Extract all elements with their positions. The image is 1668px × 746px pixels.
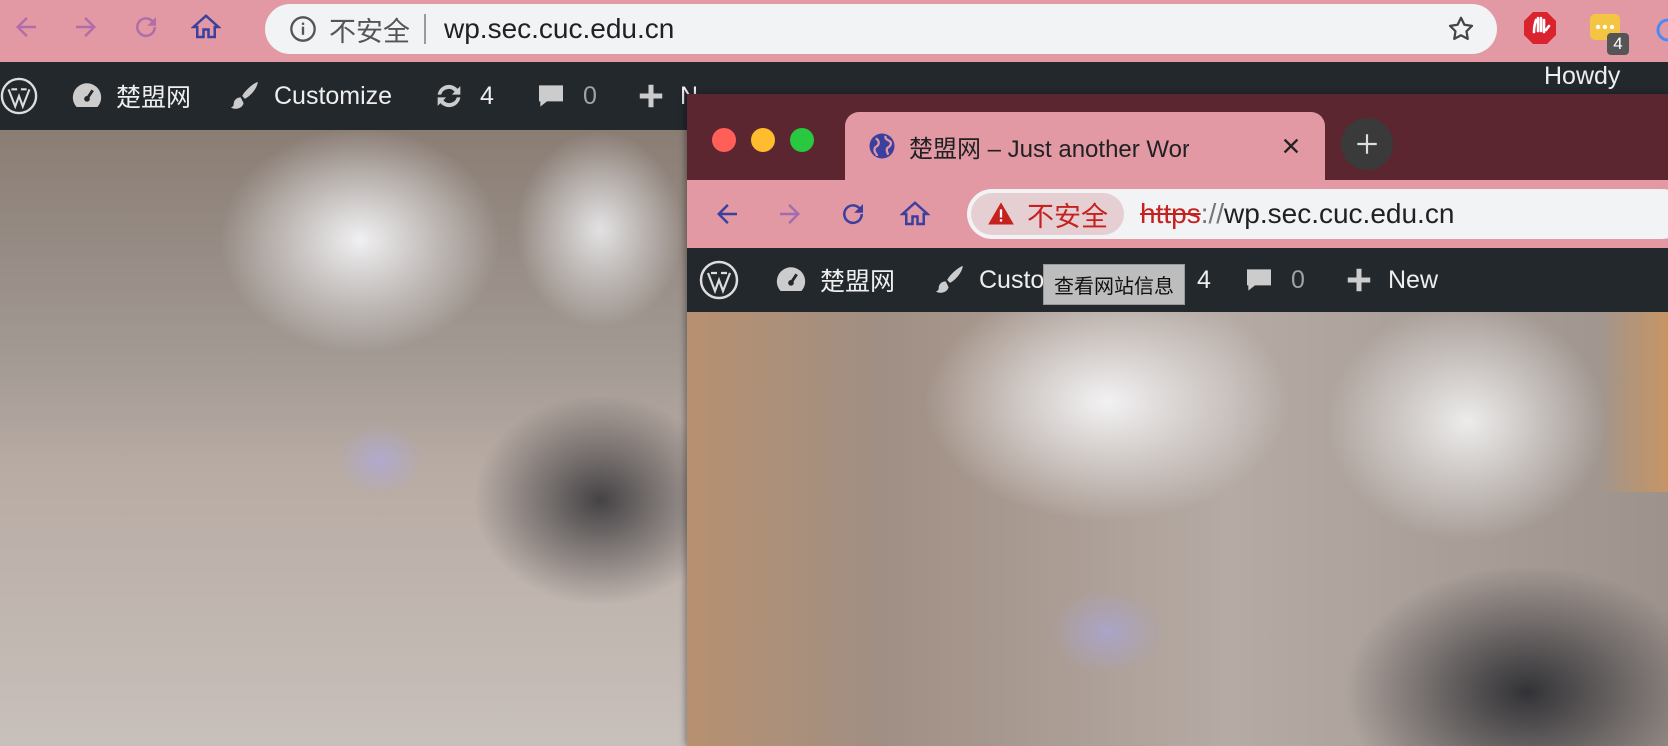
- plus-icon: [1357, 134, 1377, 154]
- arrow-left-icon: [16, 17, 36, 37]
- adblock-extension-icon[interactable]: [1522, 10, 1558, 46]
- comments-count: 0: [1291, 265, 1305, 294]
- minimize-window-button[interactable]: [751, 128, 775, 152]
- arrow-right-icon: [76, 17, 96, 37]
- omnibox-divider: [424, 14, 426, 44]
- address-bar[interactable]: 不安全 wp.sec.cuc.edu.cn: [265, 4, 1497, 54]
- globe-icon: [869, 133, 895, 159]
- url-text[interactable]: wp.sec.cuc.edu.cn: [444, 13, 674, 45]
- url-scheme[interactable]: https: [1140, 198, 1201, 230]
- home-icon: [900, 201, 930, 226]
- dashboard-gauge-icon: [776, 267, 806, 292]
- url-host[interactable]: wp.sec.cuc.edu.cn: [1224, 198, 1454, 230]
- info-icon[interactable]: [285, 11, 321, 47]
- tab-title: 楚盟网 – Just another WordPress site: [909, 135, 1189, 163]
- tab-close-icon[interactable]: [1275, 130, 1307, 162]
- site-info-tooltip: 查看网站信息: [1043, 264, 1185, 305]
- new-label: New: [1388, 265, 1439, 294]
- front-browser-window: 楚盟网 – Just another WordPress site 不安全: [687, 94, 1668, 746]
- site-name-menu[interactable]: 楚盟网: [70, 62, 191, 130]
- home-button[interactable]: [188, 9, 224, 45]
- security-status-label: 不安全: [1027, 201, 1108, 232]
- bookmark-star-icon[interactable]: [1443, 11, 1479, 47]
- front-wp-admin-bar: 楚盟网 Custo 4 0 New 查看网站信息: [687, 248, 1668, 312]
- back-browser-toolbar: 不安全 wp.sec.cuc.edu.cn 4: [0, 0, 1668, 62]
- dashboard-gauge-icon: [72, 83, 102, 108]
- new-tab-button[interactable]: [1341, 118, 1393, 170]
- back-button[interactable]: [8, 9, 44, 45]
- updates-count: 4: [480, 81, 494, 110]
- reload-icon: [843, 204, 864, 225]
- comment-bubble-icon: [539, 85, 563, 107]
- puzzle-extension-icon[interactable]: [1650, 12, 1668, 48]
- paintbrush-icon: [230, 81, 258, 109]
- wp-logo-menu[interactable]: [699, 248, 739, 312]
- updates-refresh-icon: [437, 84, 461, 108]
- customize-label: Custo: [979, 265, 1045, 294]
- updates-link[interactable]: 4: [432, 62, 494, 130]
- forward-button[interactable]: [772, 196, 808, 232]
- arrow-left-icon: [717, 204, 737, 224]
- comments-link[interactable]: 0: [535, 62, 597, 130]
- new-content-menu[interactable]: New: [1344, 248, 1438, 312]
- howdy-label: Howdy: [1544, 61, 1621, 90]
- front-page-background-image: [687, 312, 1668, 746]
- updates-count-label: 4: [1197, 265, 1211, 294]
- security-chip[interactable]: 不安全: [971, 193, 1124, 235]
- close-window-button[interactable]: [712, 128, 736, 152]
- comments-count: 0: [583, 81, 597, 110]
- site-name-label: 楚盟网: [116, 84, 192, 112]
- tab-strip: 楚盟网 – Just another WordPress site: [687, 94, 1668, 180]
- home-icon: [191, 14, 221, 39]
- wp-logo-menu[interactable]: [0, 62, 38, 130]
- front-browser-toolbar: 不安全 https :// wp.sec.cuc.edu.cn: [687, 180, 1668, 248]
- maximize-window-button[interactable]: [790, 128, 814, 152]
- arrow-right-icon: [780, 204, 800, 224]
- site-name-label: 楚盟网: [820, 268, 896, 296]
- wordpress-logo-icon: [0, 77, 38, 115]
- paintbrush-icon: [935, 265, 963, 293]
- plus-icon: [1347, 268, 1371, 292]
- site-name-menu[interactable]: 楚盟网: [774, 248, 895, 312]
- address-bar[interactable]: 不安全 https :// wp.sec.cuc.edu.cn: [967, 189, 1668, 239]
- url-separator[interactable]: ://: [1201, 198, 1224, 230]
- reload-button[interactable]: [128, 9, 164, 45]
- comment-bubble-icon: [1247, 269, 1271, 291]
- warning-triangle-icon: [988, 202, 1014, 225]
- wordpress-logo-icon: [699, 260, 739, 300]
- reload-button[interactable]: [835, 196, 871, 232]
- home-button[interactable]: [897, 196, 933, 232]
- security-status-label[interactable]: 不安全: [329, 10, 410, 49]
- plus-icon: [639, 84, 663, 108]
- customize-link[interactable]: Custo: [933, 248, 1044, 312]
- reload-icon: [136, 17, 157, 38]
- customize-label: Customize: [274, 81, 393, 110]
- active-tab[interactable]: 楚盟网 – Just another WordPress site: [845, 112, 1325, 180]
- updates-count[interactable]: 4: [1197, 248, 1211, 312]
- comments-link[interactable]: 0: [1243, 248, 1305, 312]
- back-button[interactable]: [709, 196, 745, 232]
- forward-button[interactable]: [68, 9, 104, 45]
- back-page-background-image: [0, 130, 690, 746]
- customize-link[interactable]: Customize: [228, 62, 392, 130]
